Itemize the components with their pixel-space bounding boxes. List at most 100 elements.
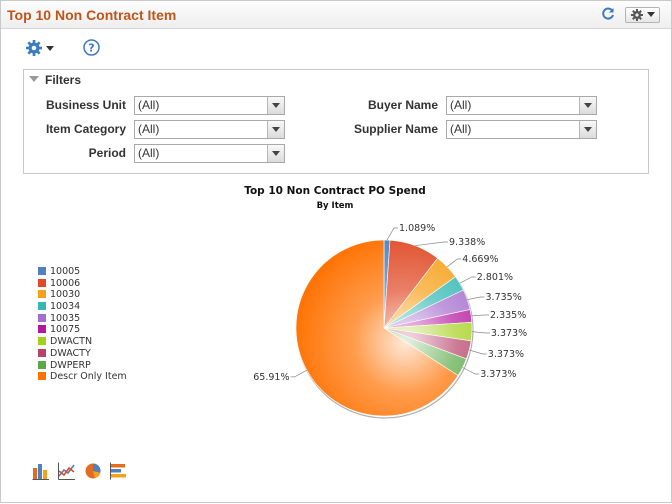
legend-item[interactable]: 10075	[38, 324, 127, 336]
pie-slice[interactable]	[383, 327, 467, 376]
label-leader-line	[459, 276, 476, 284]
data-label: 1.089%	[399, 223, 435, 234]
legend-label: Descr Only Item	[50, 371, 127, 383]
legend-item[interactable]: Descr Only Item	[38, 371, 127, 383]
collapse-triangle-icon[interactable]	[29, 76, 39, 82]
legend-swatch	[38, 313, 46, 322]
pie-slice[interactable]	[383, 321, 473, 342]
label-leader-line	[290, 369, 307, 378]
pie-chart-icon[interactable]	[84, 462, 102, 480]
data-label: 3.735%	[486, 292, 522, 303]
actions-menu-button[interactable]	[625, 7, 660, 23]
line-chart-icon[interactable]	[58, 462, 76, 480]
pagelet-header: Top 10 Non Contract Item	[1, 1, 671, 29]
chart-legend: 10005 10006 10030 10034 10035 10075 DWACTN DWAC…	[38, 266, 127, 383]
legend-item[interactable]: DWACTY	[38, 348, 127, 360]
supplier-name-value: (All)	[450, 122, 472, 136]
data-label: 2.801%	[477, 272, 513, 283]
dropdown-arrow-icon	[579, 121, 596, 138]
buyer-name-select[interactable]: (All)	[446, 96, 597, 115]
gear-icon	[26, 40, 42, 56]
pie-slice[interactable]	[383, 239, 391, 329]
label-leader-line	[462, 367, 480, 375]
legend-label: 10075	[50, 324, 81, 336]
gear-icon	[631, 9, 643, 21]
label-leader-line	[469, 349, 487, 355]
legend-item[interactable]: 10006	[38, 278, 127, 290]
svg-text:?: ?	[88, 42, 94, 55]
business-unit-value: (All)	[138, 98, 160, 112]
pie-slice[interactable]	[383, 289, 471, 329]
legend-label: 10030	[50, 289, 81, 301]
legend-label: 10005	[50, 266, 81, 277]
item-category-label: Item Category	[45, 122, 126, 136]
period-label: Period	[88, 146, 126, 160]
legend-swatch	[38, 337, 46, 346]
chevron-down-icon	[647, 12, 655, 17]
horizontal-bar-chart-icon[interactable]	[110, 462, 128, 480]
legend-label: DWACTN	[50, 336, 93, 348]
legend-item[interactable]: 10005	[38, 266, 127, 278]
pie-slice[interactable]	[383, 276, 464, 329]
label-leader-line	[471, 331, 490, 334]
pie-slice[interactable]	[383, 239, 439, 329]
data-label: 3.373%	[491, 328, 527, 339]
item-category-value: (All)	[138, 122, 160, 136]
legend-swatch	[38, 278, 46, 287]
item-category-select[interactable]: (All)	[134, 120, 285, 139]
label-leader-line	[386, 227, 398, 241]
legend-item[interactable]: 10034	[38, 301, 127, 313]
filters-title[interactable]: Filters	[45, 73, 81, 87]
data-label: 2.335%	[490, 310, 526, 321]
chevron-down-icon	[46, 46, 54, 51]
buyer-name-label: Buyer Name	[367, 98, 438, 112]
legend-swatch	[38, 302, 46, 311]
chart-title: Top 10 Non Contract PO Spend	[244, 185, 426, 197]
legend-item[interactable]: DWPERP	[38, 360, 127, 372]
business-unit-label: Business Unit	[45, 98, 126, 112]
dropdown-arrow-icon	[267, 97, 284, 114]
label-leader-line	[467, 296, 485, 300]
pagelet-title: Top 10 Non Contract Item	[7, 7, 177, 23]
help-icon[interactable]: ?	[83, 39, 100, 56]
pie-shadow	[296, 241, 474, 419]
legend-swatch	[38, 360, 46, 369]
pie-slice[interactable]	[383, 327, 472, 360]
pie-slice[interactable]	[295, 239, 459, 417]
legend-label: 10035	[50, 312, 81, 324]
pie-highlight	[296, 240, 472, 416]
pie-slice[interactable]	[383, 257, 456, 329]
dropdown-arrow-icon	[579, 97, 596, 114]
period-select[interactable]: (All)	[134, 144, 285, 163]
data-label: 3.373%	[480, 369, 516, 380]
refresh-icon[interactable]	[600, 6, 616, 22]
settings-menu-button[interactable]	[25, 39, 55, 57]
dropdown-arrow-icon	[267, 121, 284, 138]
data-label: 65.91%	[253, 372, 289, 383]
legend-label: 10006	[50, 277, 81, 289]
supplier-name-select[interactable]: (All)	[446, 120, 597, 139]
period-value: (All)	[138, 146, 160, 160]
buyer-name-value: (All)	[450, 98, 472, 112]
legend-swatch	[38, 267, 46, 275]
filters-panel: Filters Business Unit (All) Item Categor…	[23, 69, 649, 174]
legend-swatch	[38, 290, 46, 299]
legend-label: DWACTY	[50, 347, 91, 359]
pagelet: Top 10 Non Contract Item ? Filters Busin…	[0, 0, 672, 503]
supplier-name-label: Supplier Name	[353, 122, 438, 136]
label-leader-line	[415, 241, 448, 247]
legend-item[interactable]: 10030	[38, 289, 127, 301]
data-label: 3.373%	[488, 349, 524, 360]
bar-chart-icon[interactable]	[32, 462, 50, 480]
legend-item[interactable]: DWACTN	[38, 336, 127, 348]
legend-swatch	[38, 348, 46, 357]
chart-subtitle: By Item	[316, 201, 354, 211]
dropdown-arrow-icon	[267, 145, 284, 162]
legend-item[interactable]: 10035	[38, 313, 127, 325]
legend-swatch	[38, 372, 46, 381]
data-label: 4.669%	[462, 254, 498, 265]
business-unit-select[interactable]: (All)	[134, 96, 285, 115]
legend-label: 10034	[50, 301, 81, 313]
pie-slice[interactable]	[383, 309, 473, 329]
data-label: 9.338%	[449, 237, 485, 248]
